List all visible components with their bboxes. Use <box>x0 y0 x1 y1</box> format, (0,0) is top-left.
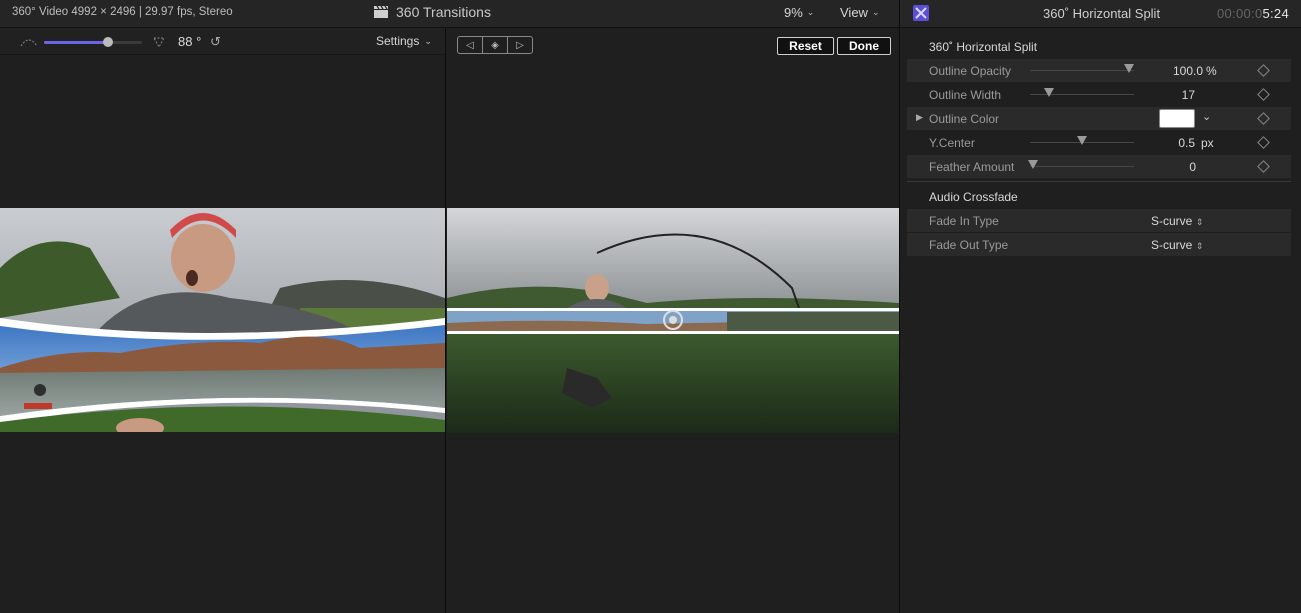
param-label: Fade In Type <box>929 214 999 228</box>
view-label: View <box>840 5 868 20</box>
reset-button[interactable]: Reset <box>777 37 834 55</box>
wide-fov-icon <box>153 37 165 49</box>
fade-out-popup[interactable]: S-curve ⇕ <box>1151 238 1203 252</box>
right-video-frame[interactable] <box>447 208 899 433</box>
fov-slider-fill <box>44 41 108 44</box>
updown-chevron-icon: ⇕ <box>1195 217 1204 227</box>
slider-knob[interactable] <box>1044 88 1054 97</box>
section-divider <box>907 181 1291 182</box>
chevron-down-icon: ⌄ <box>424 35 432 46</box>
section-title-audio: Audio Crossfade <box>929 190 1018 204</box>
y-center-slider[interactable] <box>1030 136 1134 145</box>
viewer-title: 360 Transitions <box>374 4 491 20</box>
view-menu[interactable]: View ⌄ <box>840 5 880 20</box>
settings-menu[interactable]: Settings ⌄ <box>376 34 432 48</box>
param-value[interactable]: 100.0 <box>1133 64 1203 78</box>
clip-info: 360° Video 4992 × 2496 | 29.97 fps, Ster… <box>12 6 233 18</box>
param-value[interactable]: 0 <box>1126 160 1196 174</box>
disclosure-triangle-icon[interactable]: ▶ <box>916 112 923 123</box>
popup-value: S-curve <box>1151 238 1193 252</box>
viewer-title-text: 360 Transitions <box>396 4 491 20</box>
outline-width-slider[interactable] <box>1030 88 1134 97</box>
chevron-down-icon[interactable]: ⌄ <box>1202 110 1211 123</box>
param-unit: px <box>1201 136 1214 150</box>
param-label: Y.Center <box>929 136 975 150</box>
reset-fov-icon[interactable]: ↺ <box>210 34 221 50</box>
param-row-fade-out: Fade Out Type S-curve ⇕ <box>907 233 1291 256</box>
param-row-fade-in: Fade In Type S-curve ⇕ <box>907 209 1291 232</box>
keyframe-diamond-icon[interactable] <box>1257 160 1270 173</box>
transition-icon <box>913 5 929 21</box>
left-video-frame[interactable] <box>0 208 445 432</box>
zoom-menu[interactable]: 9% ⌄ <box>784 5 814 20</box>
done-button[interactable]: Done <box>837 37 891 55</box>
param-row-outline-width: Outline Width 17 <box>907 83 1291 106</box>
section-title-split: 360˚ Horizontal Split <box>929 40 1038 54</box>
color-well[interactable] <box>1159 109 1195 128</box>
inspector-timecode: 00:00:05:24 <box>1217 6 1289 21</box>
param-row-y-center: Y.Center 0.5 px <box>907 131 1291 154</box>
param-value[interactable]: 0.5 <box>1125 136 1195 150</box>
slider-knob[interactable] <box>1077 136 1087 145</box>
inspector-title: 360˚ Horizontal Split <box>1043 6 1161 21</box>
fov-value: 88 ° <box>178 34 202 49</box>
chevron-down-icon: ⌄ <box>806 7 815 17</box>
param-row-feather-amount: Feather Amount 0 <box>907 155 1291 178</box>
viewer-divider <box>445 28 446 613</box>
inspector-divider <box>899 0 900 613</box>
fade-in-popup[interactable]: S-curve ⇕ <box>1151 214 1203 228</box>
param-label: Outline Width <box>929 88 1002 102</box>
timecode-dim: 00:00:0 <box>1217 6 1263 21</box>
param-row-outline-opacity: Outline Opacity 100.0 % <box>907 59 1291 82</box>
next-keyframe-icon[interactable]: ▷ <box>508 37 532 53</box>
slider-knob[interactable] <box>1028 160 1038 169</box>
popup-value: S-curve <box>1151 214 1193 228</box>
add-keyframe-icon[interactable]: ◈ <box>483 37 508 53</box>
clapperboard-icon <box>374 6 388 18</box>
chevron-down-icon: ⌄ <box>871 7 880 17</box>
fov-slider-knob[interactable] <box>103 37 113 47</box>
previous-keyframe-icon[interactable]: ◁ <box>458 37 483 53</box>
keyframe-diamond-icon[interactable] <box>1257 88 1270 101</box>
keyframe-nav-group: ◁ ◈ ▷ <box>457 36 533 54</box>
param-unit: % <box>1206 64 1217 78</box>
param-label: Feather Amount <box>929 160 1015 174</box>
zoom-value: 9% <box>784 5 803 20</box>
param-label: Outline Color <box>929 112 1000 126</box>
narrow-fov-icon <box>20 39 38 47</box>
keyframe-diamond-icon[interactable] <box>1257 112 1270 125</box>
param-label: Fade Out Type <box>929 238 1009 252</box>
keyframe-diamond-icon[interactable] <box>1257 136 1270 149</box>
settings-label: Settings <box>376 34 420 48</box>
updown-chevron-icon: ⇕ <box>1195 241 1204 251</box>
outline-opacity-slider[interactable] <box>1030 64 1134 73</box>
timecode-bright: 5:24 <box>1262 6 1289 21</box>
keyframe-diamond-icon[interactable] <box>1257 64 1270 77</box>
param-value[interactable]: 17 <box>1125 88 1195 102</box>
param-row-outline-color: ▶ Outline Color ⌄ <box>907 107 1291 130</box>
feather-amount-slider[interactable] <box>1028 160 1134 169</box>
param-label: Outline Opacity <box>929 64 1012 78</box>
